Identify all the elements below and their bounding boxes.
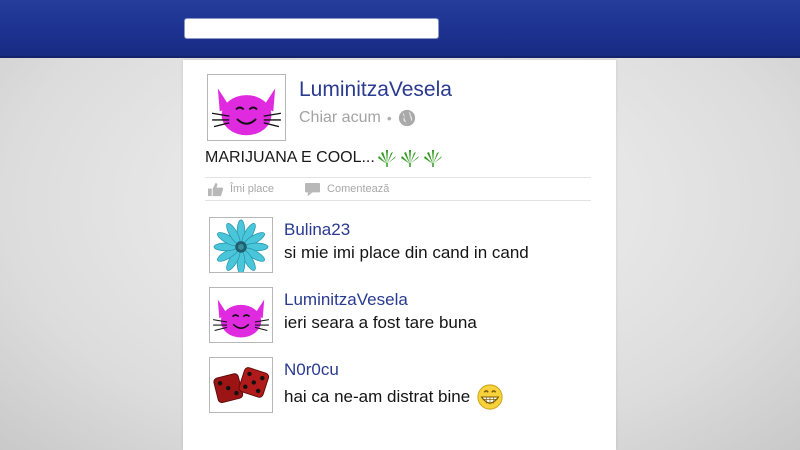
- commenter-avatar[interactable]: [209, 217, 273, 273]
- top-bar: [0, 0, 800, 58]
- grinning-face-icon: [477, 384, 503, 410]
- post-actions-bar: Îmi place Comentează: [205, 177, 591, 201]
- comment-text: ieri seara a fost tare buna: [284, 313, 477, 332]
- speech-bubble-icon: [305, 182, 321, 196]
- post-emoticons: [377, 148, 443, 168]
- comment-label: Comentează: [327, 183, 390, 195]
- blue-flower-icon: [213, 219, 269, 272]
- like-label: Îmi place: [230, 183, 275, 195]
- comment-item: Bulina23 si mie imi place din cand in ca…: [209, 217, 589, 277]
- post-body: MARIJUANA E COOL...: [205, 148, 443, 168]
- commenter-name[interactable]: LuminitzaVesela: [284, 290, 408, 310]
- pink-cat-icon: [213, 299, 269, 338]
- comment-body: hai ca ne-am distrat bine: [284, 383, 504, 411]
- meta-separator: •: [386, 110, 392, 126]
- commenter-name[interactable]: N0r0cu: [284, 360, 339, 380]
- post-text: MARIJUANA E COOL...: [205, 149, 375, 166]
- thumbs-up-icon: [208, 182, 224, 196]
- comment-button[interactable]: Comentează: [304, 182, 389, 197]
- commenter-avatar[interactable]: [209, 287, 273, 343]
- post-author-name[interactable]: LuminitzaVesela: [299, 78, 452, 102]
- globe-icon: [398, 109, 415, 127]
- like-button[interactable]: Îmi place: [207, 182, 274, 197]
- comment-item: N0r0cu hai ca ne-am distrat bine: [209, 357, 589, 417]
- commenter-name[interactable]: Bulina23: [284, 220, 350, 240]
- cannabis-leaf-icon: [377, 150, 396, 167]
- red-dice-icon: [213, 367, 270, 404]
- comment-text: hai ca ne-am distrat bine: [284, 387, 471, 406]
- post-timestamp[interactable]: Chiar acum: [299, 109, 381, 127]
- cannabis-leaf-icon: [423, 150, 442, 167]
- pink-cat-icon: [211, 88, 282, 136]
- post-panel: LuminitzaVesela Chiar acum • MARIJUANA E…: [183, 60, 616, 450]
- post-meta: Chiar acum •: [299, 109, 416, 127]
- cannabis-leaf-icon: [400, 150, 419, 167]
- comment-item: LuminitzaVesela ieri seara a fost tare b…: [209, 287, 589, 347]
- search-input[interactable]: [184, 18, 439, 39]
- post-author-avatar[interactable]: [207, 74, 286, 141]
- commenter-avatar[interactable]: [209, 357, 273, 413]
- comment-text: si mie imi place din cand in cand: [284, 243, 529, 262]
